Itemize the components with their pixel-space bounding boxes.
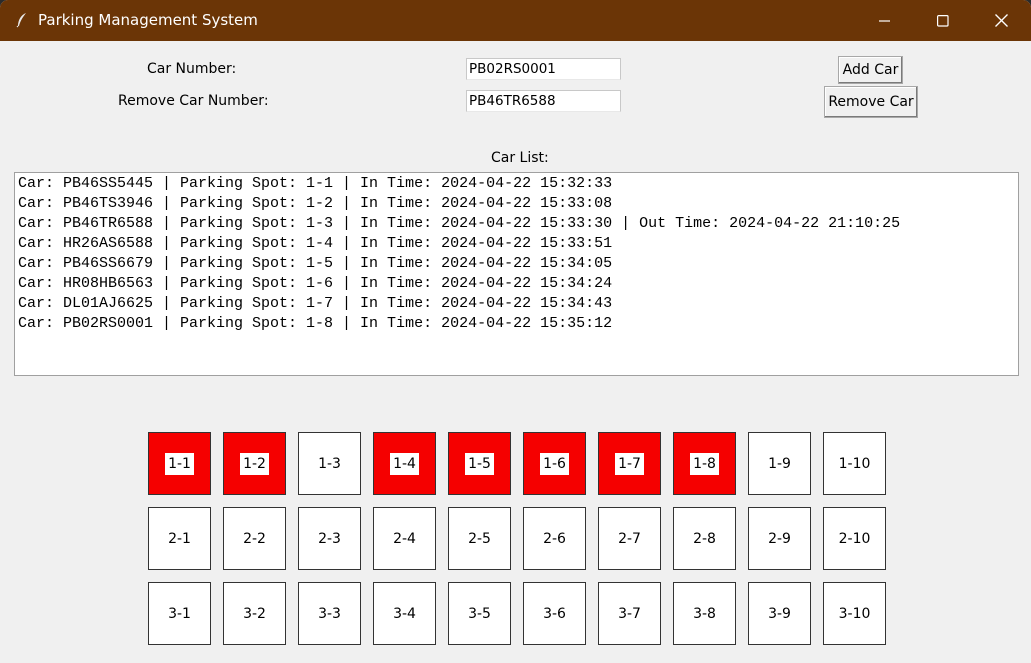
parking-spot-2-10[interactable]: 2-10 xyxy=(823,507,886,570)
parking-spot-label: 1-3 xyxy=(315,452,344,475)
parking-spot-1-9[interactable]: 1-9 xyxy=(748,432,811,495)
car-number-label: Car Number: xyxy=(147,61,237,77)
parking-spot-label: 2-1 xyxy=(165,527,194,550)
parking-spot-label: 2-7 xyxy=(615,527,644,550)
parking-spot-label: 2-3 xyxy=(315,527,344,550)
parking-spot-2-3[interactable]: 2-3 xyxy=(298,507,361,570)
parking-spot-label: 3-1 xyxy=(165,602,194,625)
parking-spot-label: 1-9 xyxy=(765,452,794,475)
parking-spot-label: 3-6 xyxy=(540,602,569,625)
parking-spot-label: 1-10 xyxy=(835,452,874,475)
remove-car-button[interactable]: Remove Car xyxy=(824,86,918,118)
parking-spot-label: 2-5 xyxy=(465,527,494,550)
car-list-label: Car List: xyxy=(491,150,549,166)
parking-spot-1-6[interactable]: 1-6 xyxy=(523,432,586,495)
title-bar[interactable]: Parking Management System xyxy=(0,0,1031,41)
car-number-input[interactable] xyxy=(466,58,621,80)
parking-spot-1-4[interactable]: 1-4 xyxy=(373,432,436,495)
parking-spot-label: 1-7 xyxy=(615,452,644,475)
parking-spot-3-5[interactable]: 3-5 xyxy=(448,582,511,645)
parking-spot-2-8[interactable]: 2-8 xyxy=(673,507,736,570)
parking-spot-label: 3-5 xyxy=(465,602,494,625)
parking-spot-2-1[interactable]: 2-1 xyxy=(148,507,211,570)
parking-spot-label: 1-4 xyxy=(390,452,419,475)
list-item[interactable]: Car: PB46TS3946 | Parking Spot: 1-2 | In… xyxy=(18,194,612,214)
parking-spot-1-5[interactable]: 1-5 xyxy=(448,432,511,495)
parking-spot-label: 1-2 xyxy=(240,452,269,475)
parking-spot-label: 1-8 xyxy=(690,452,719,475)
parking-spot-label: 3-7 xyxy=(615,602,644,625)
list-item[interactable]: Car: PB46TR6588 | Parking Spot: 1-3 | In… xyxy=(18,214,900,234)
parking-spot-1-8[interactable]: 1-8 xyxy=(673,432,736,495)
list-item[interactable]: Car: PB46SS5445 | Parking Spot: 1-1 | In… xyxy=(18,174,612,194)
parking-spot-label: 2-6 xyxy=(540,527,569,550)
add-car-button[interactable]: Add Car xyxy=(838,56,903,84)
parking-spot-1-3[interactable]: 1-3 xyxy=(298,432,361,495)
list-item[interactable]: Car: HR08HB6563 | Parking Spot: 1-6 | In… xyxy=(18,274,612,294)
parking-spot-label: 3-3 xyxy=(315,602,344,625)
parking-spot-2-4[interactable]: 2-4 xyxy=(373,507,436,570)
parking-spot-1-2[interactable]: 1-2 xyxy=(223,432,286,495)
parking-spot-3-3[interactable]: 3-3 xyxy=(298,582,361,645)
close-icon xyxy=(994,14,1008,27)
parking-spot-label: 2-8 xyxy=(690,527,719,550)
minimize-icon xyxy=(879,19,890,22)
minimize-button[interactable] xyxy=(856,0,914,41)
remove-car-input[interactable] xyxy=(466,90,621,112)
car-listbox[interactable]: Car: PB46SS5445 | Parking Spot: 1-1 | In… xyxy=(14,172,1019,376)
parking-spot-2-6[interactable]: 2-6 xyxy=(523,507,586,570)
parking-spot-3-9[interactable]: 3-9 xyxy=(748,582,811,645)
parking-spot-label: 2-9 xyxy=(765,527,794,550)
maximize-button[interactable] xyxy=(914,0,972,41)
parking-spot-label: 3-4 xyxy=(390,602,419,625)
remove-car-label: Remove Car Number: xyxy=(118,93,269,109)
parking-spot-2-7[interactable]: 2-7 xyxy=(598,507,661,570)
parking-spot-label: 1-5 xyxy=(465,452,494,475)
maximize-icon xyxy=(937,14,949,27)
parking-spot-3-8[interactable]: 3-8 xyxy=(673,582,736,645)
parking-spot-3-10[interactable]: 3-10 xyxy=(823,582,886,645)
parking-spot-3-1[interactable]: 3-1 xyxy=(148,582,211,645)
parking-spot-1-7[interactable]: 1-7 xyxy=(598,432,661,495)
parking-spot-3-2[interactable]: 3-2 xyxy=(223,582,286,645)
parking-spot-1-1[interactable]: 1-1 xyxy=(148,432,211,495)
parking-spot-2-5[interactable]: 2-5 xyxy=(448,507,511,570)
parking-spot-2-2[interactable]: 2-2 xyxy=(223,507,286,570)
parking-spot-label: 3-2 xyxy=(240,602,269,625)
parking-spot-label: 1-6 xyxy=(540,452,569,475)
parking-spot-label: 1-1 xyxy=(165,452,194,475)
parking-spot-label: 2-2 xyxy=(240,527,269,550)
close-button[interactable] xyxy=(972,0,1030,41)
parking-spot-label: 3-8 xyxy=(690,602,719,625)
parking-spot-2-9[interactable]: 2-9 xyxy=(748,507,811,570)
parking-spot-1-10[interactable]: 1-10 xyxy=(823,432,886,495)
parking-spot-3-6[interactable]: 3-6 xyxy=(523,582,586,645)
parking-spot-label: 3-10 xyxy=(835,602,874,625)
window-title: Parking Management System xyxy=(38,11,258,29)
parking-spot-3-7[interactable]: 3-7 xyxy=(598,582,661,645)
list-item[interactable]: Car: PB02RS0001 | Parking Spot: 1-8 | In… xyxy=(18,314,612,334)
list-item[interactable]: Car: HR26AS6588 | Parking Spot: 1-4 | In… xyxy=(18,234,612,254)
parking-spot-label: 2-4 xyxy=(390,527,419,550)
parking-spot-label: 2-10 xyxy=(835,527,874,550)
parking-spot-3-4[interactable]: 3-4 xyxy=(373,582,436,645)
list-item[interactable]: Car: PB46SS6679 | Parking Spot: 1-5 | In… xyxy=(18,254,612,274)
feather-icon xyxy=(16,13,26,28)
app-window: Parking Management System Car Number: Re… xyxy=(0,0,1031,663)
parking-spot-label: 3-9 xyxy=(765,602,794,625)
list-item[interactable]: Car: DL01AJ6625 | Parking Spot: 1-7 | In… xyxy=(18,294,612,314)
